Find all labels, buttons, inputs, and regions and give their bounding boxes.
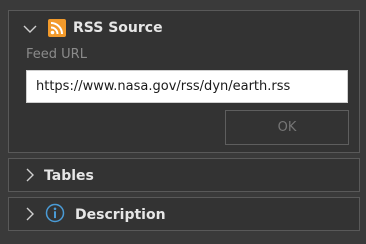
tables-header[interactable]: Tables xyxy=(9,159,359,193)
feed-url-input[interactable] xyxy=(26,70,348,103)
info-icon xyxy=(45,203,65,223)
rss-source-header[interactable]: RSS Source xyxy=(9,11,359,45)
description-panel: Description xyxy=(8,197,360,231)
rss-source-panel: RSS Source Feed URL OK xyxy=(8,10,360,153)
ok-button[interactable]: OK xyxy=(225,110,349,145)
tables-title: Tables xyxy=(44,168,94,184)
description-title: Description xyxy=(75,207,166,223)
tables-panel: Tables xyxy=(8,158,360,192)
rss-source-title: RSS Source xyxy=(73,20,163,36)
chevron-down-icon xyxy=(23,25,37,33)
description-header[interactable]: Description xyxy=(9,198,359,232)
chevron-right-icon xyxy=(26,168,34,182)
chevron-right-icon xyxy=(26,207,34,221)
rss-icon xyxy=(48,19,66,37)
feed-url-label: Feed URL xyxy=(26,47,87,62)
